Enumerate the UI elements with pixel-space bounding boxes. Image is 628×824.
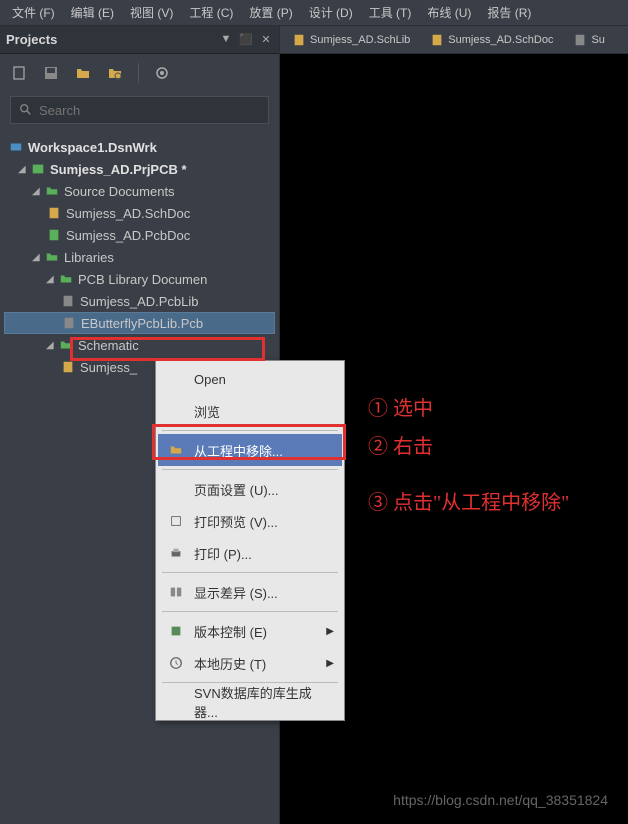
printer-icon (166, 545, 186, 561)
panel-title: Projects (6, 32, 57, 47)
menu-local-history[interactable]: 本地历史 (T) ▶ (158, 647, 342, 679)
tree-pcbdoc[interactable]: Sumjess_AD.PcbDoc (4, 224, 275, 246)
folder-search-icon[interactable] (106, 64, 124, 82)
history-icon (166, 655, 186, 671)
pcblib-icon (60, 293, 76, 309)
preview-icon (166, 513, 186, 529)
search-box[interactable] (10, 96, 269, 124)
save-icon[interactable] (42, 64, 60, 82)
folder-icon[interactable] (74, 64, 92, 82)
new-file-icon[interactable] (10, 64, 28, 82)
tree-schdoc[interactable]: Sumjess_AD.SchDoc (4, 202, 275, 224)
menu-print[interactable]: 打印 (P)... (158, 537, 342, 569)
tree-workspace[interactable]: Workspace1.DsnWrk (4, 136, 275, 158)
menu-project[interactable]: 工程 (C) (181, 1, 241, 24)
folder-icon (58, 271, 74, 287)
schlib-icon (60, 359, 76, 375)
doc-icon (573, 33, 587, 47)
panel-close-icon[interactable]: ✕ (259, 33, 273, 46)
expand-icon[interactable]: ◢ (46, 274, 58, 285)
submenu-arrow-icon: ▶ (326, 626, 334, 637)
tree-pcblib-folder[interactable]: ◢ PCB Library Documen (4, 268, 275, 290)
tree-libraries[interactable]: ◢ Libraries (4, 246, 275, 268)
diff-icon (166, 584, 186, 600)
panel-dropdown-icon[interactable]: ▼ (219, 33, 233, 46)
search-input[interactable] (39, 103, 260, 118)
expand-icon[interactable]: ◢ (32, 252, 44, 263)
context-menu: Open 浏览 从工程中移除... 页面设置 (U)... 打印预览 (V)..… (155, 360, 345, 721)
menu-remove[interactable]: 从工程中移除... (158, 434, 342, 466)
gear-icon[interactable] (153, 64, 171, 82)
menu-svn-gen[interactable]: SVN数据库的库生成器... (158, 686, 342, 718)
pcbdoc-icon (46, 227, 62, 243)
tree-pcblib[interactable]: Sumjess_AD.PcbLib (4, 290, 275, 312)
submenu-arrow-icon: ▶ (326, 658, 334, 669)
tab-partial[interactable]: Su (565, 29, 612, 51)
tabs-row: Sumjess_AD.SchLib Sumjess_AD.SchDoc Su (280, 26, 628, 54)
panel-toolbar (0, 54, 279, 92)
schlib-icon (292, 33, 306, 47)
tab-schdoc[interactable]: Sumjess_AD.SchDoc (422, 29, 561, 51)
menu-design[interactable]: 设计 (D) (301, 1, 361, 24)
project-icon (30, 161, 46, 177)
menu-print-preview[interactable]: 打印预览 (V)... (158, 505, 342, 537)
tab-schlib[interactable]: Sumjess_AD.SchLib (284, 29, 418, 51)
watermark: https://blog.csdn.net/qq_38351824 (393, 792, 608, 808)
menu-route[interactable]: 布线 (U) (419, 1, 479, 24)
pcblib-icon (61, 315, 77, 331)
menu-browse[interactable]: 浏览 (158, 395, 342, 427)
menu-report[interactable]: 报告 (R) (479, 1, 539, 24)
menu-page-setup[interactable]: 页面设置 (U)... (158, 473, 342, 505)
menu-view[interactable]: 视图 (V) (122, 1, 181, 24)
folder-icon (166, 442, 186, 458)
tree-schematic[interactable]: ◢ Schematic (4, 334, 275, 356)
menu-show-diff[interactable]: 显示差异 (S)... (158, 576, 342, 608)
menu-version-ctrl[interactable]: 版本控制 (E) ▶ (158, 615, 342, 647)
folder-icon (44, 249, 60, 265)
schdoc-icon (430, 33, 444, 47)
tree-butterfly[interactable]: EButterflyPcbLib.Pcb (4, 312, 275, 334)
search-icon (19, 103, 33, 117)
menu-tools[interactable]: 工具 (T) (361, 1, 420, 24)
folder-icon (58, 337, 74, 353)
menu-place[interactable]: 放置 (P) (241, 1, 300, 24)
menu-file[interactable]: 文件 (F) (4, 1, 63, 24)
panel-pin-icon[interactable]: ⬛ (239, 33, 253, 46)
workspace-icon (8, 139, 24, 155)
menubar: 文件 (F) 编辑 (E) 视图 (V) 工程 (C) 放置 (P) 设计 (D… (0, 0, 628, 26)
menu-edit[interactable]: 编辑 (E) (63, 1, 122, 24)
menu-open[interactable]: Open (158, 363, 342, 395)
expand-icon[interactable]: ◢ (46, 340, 58, 351)
tree-source-docs[interactable]: ◢ Source Documents (4, 180, 275, 202)
expand-icon[interactable]: ◢ (32, 186, 44, 197)
folder-icon (44, 183, 60, 199)
tree-project[interactable]: ◢ Sumjess_AD.PrjPCB * (4, 158, 275, 180)
schdoc-icon (46, 205, 62, 221)
expand-icon[interactable]: ◢ (18, 164, 30, 175)
versionctrl-icon (166, 623, 186, 639)
